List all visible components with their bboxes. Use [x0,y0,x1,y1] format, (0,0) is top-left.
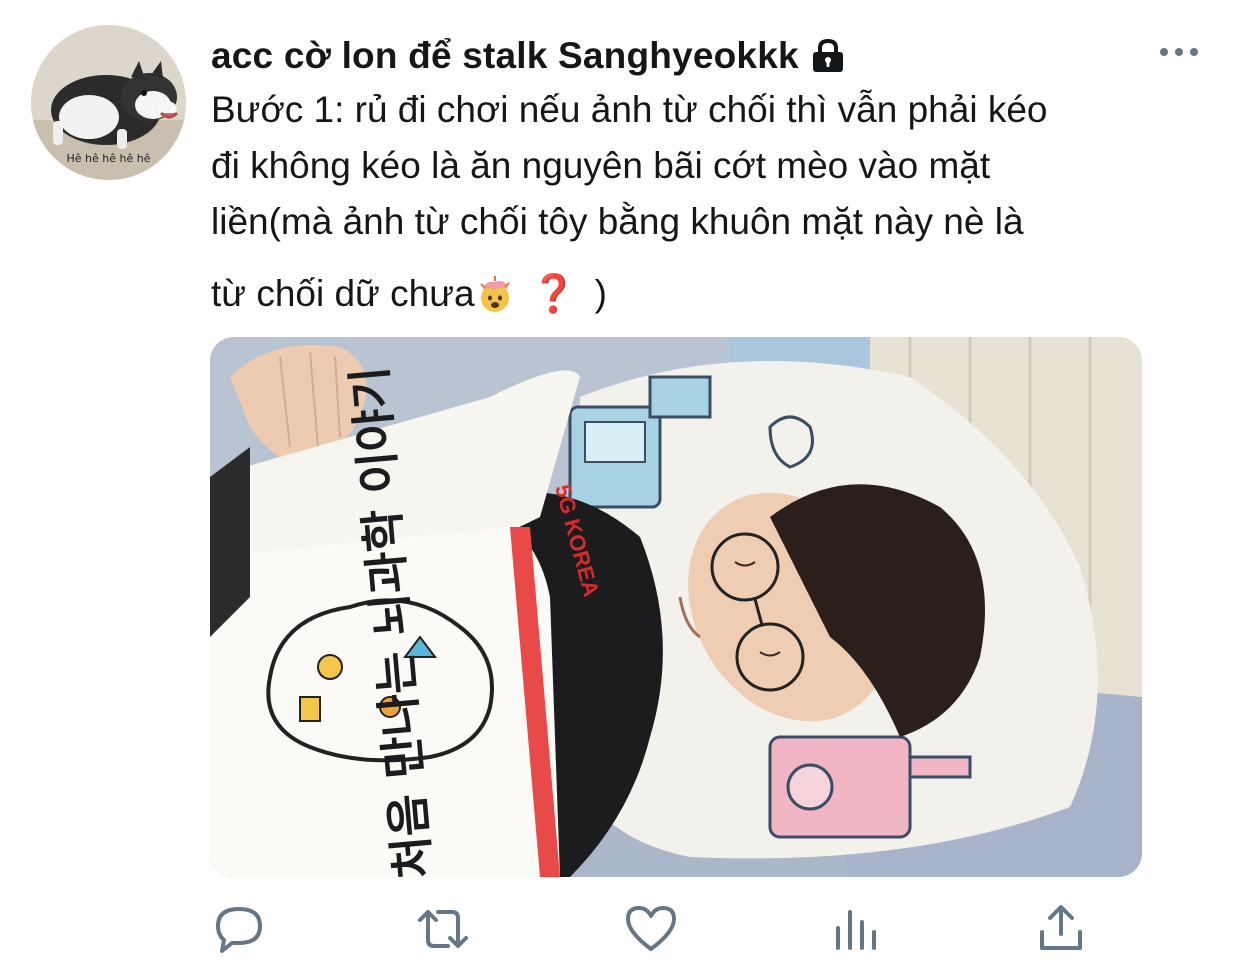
retweet-icon[interactable] [416,902,470,956]
tweet-text-line: đi không kéo là ăn nguyên bãi cớt mèo và… [211,145,991,186]
reply-icon[interactable] [212,902,266,956]
question-mark-emoji: ❓ [530,273,577,314]
more-dots-icon[interactable] [1158,42,1200,62]
tweet-header: acc cờ lon để stalk Sanghyeokkk [211,34,847,78]
tweet-text-segment: từ chối dữ chưa [211,273,475,314]
share-icon[interactable] [1034,902,1088,956]
exploding-head-emoji: 🤯 [475,274,515,314]
tweet-media-image[interactable]: 5G KOREA 처음 만나는 뇌과학 이야기 [210,337,1142,877]
avatar-caption: Hê hê hê hê hê [66,152,151,165]
tweet-text-last-line: từ chối dữ chưa🤯 ❓) [211,266,1201,322]
tweet-text-line: liền(mà ảnh từ chối tôy bằng khuôn mặt n… [211,201,1024,242]
display-name[interactable]: acc cờ lon để stalk Sanghyeokkk [211,35,799,77]
analytics-icon[interactable] [830,902,884,956]
tweet-action-bar [0,902,1242,958]
tweet-text-line: Bước 1: rủ đi chơi nếu ảnh từ chối thì v… [211,89,1048,130]
avatar[interactable]: Hê hê hê hê hê [31,25,186,180]
heart-icon[interactable] [624,902,678,956]
tweet-text-segment: ) [594,273,607,314]
tweet-text: Bước 1: rủ đi chơi nếu ảnh từ chối thì v… [211,82,1201,322]
lock-icon [809,38,847,74]
